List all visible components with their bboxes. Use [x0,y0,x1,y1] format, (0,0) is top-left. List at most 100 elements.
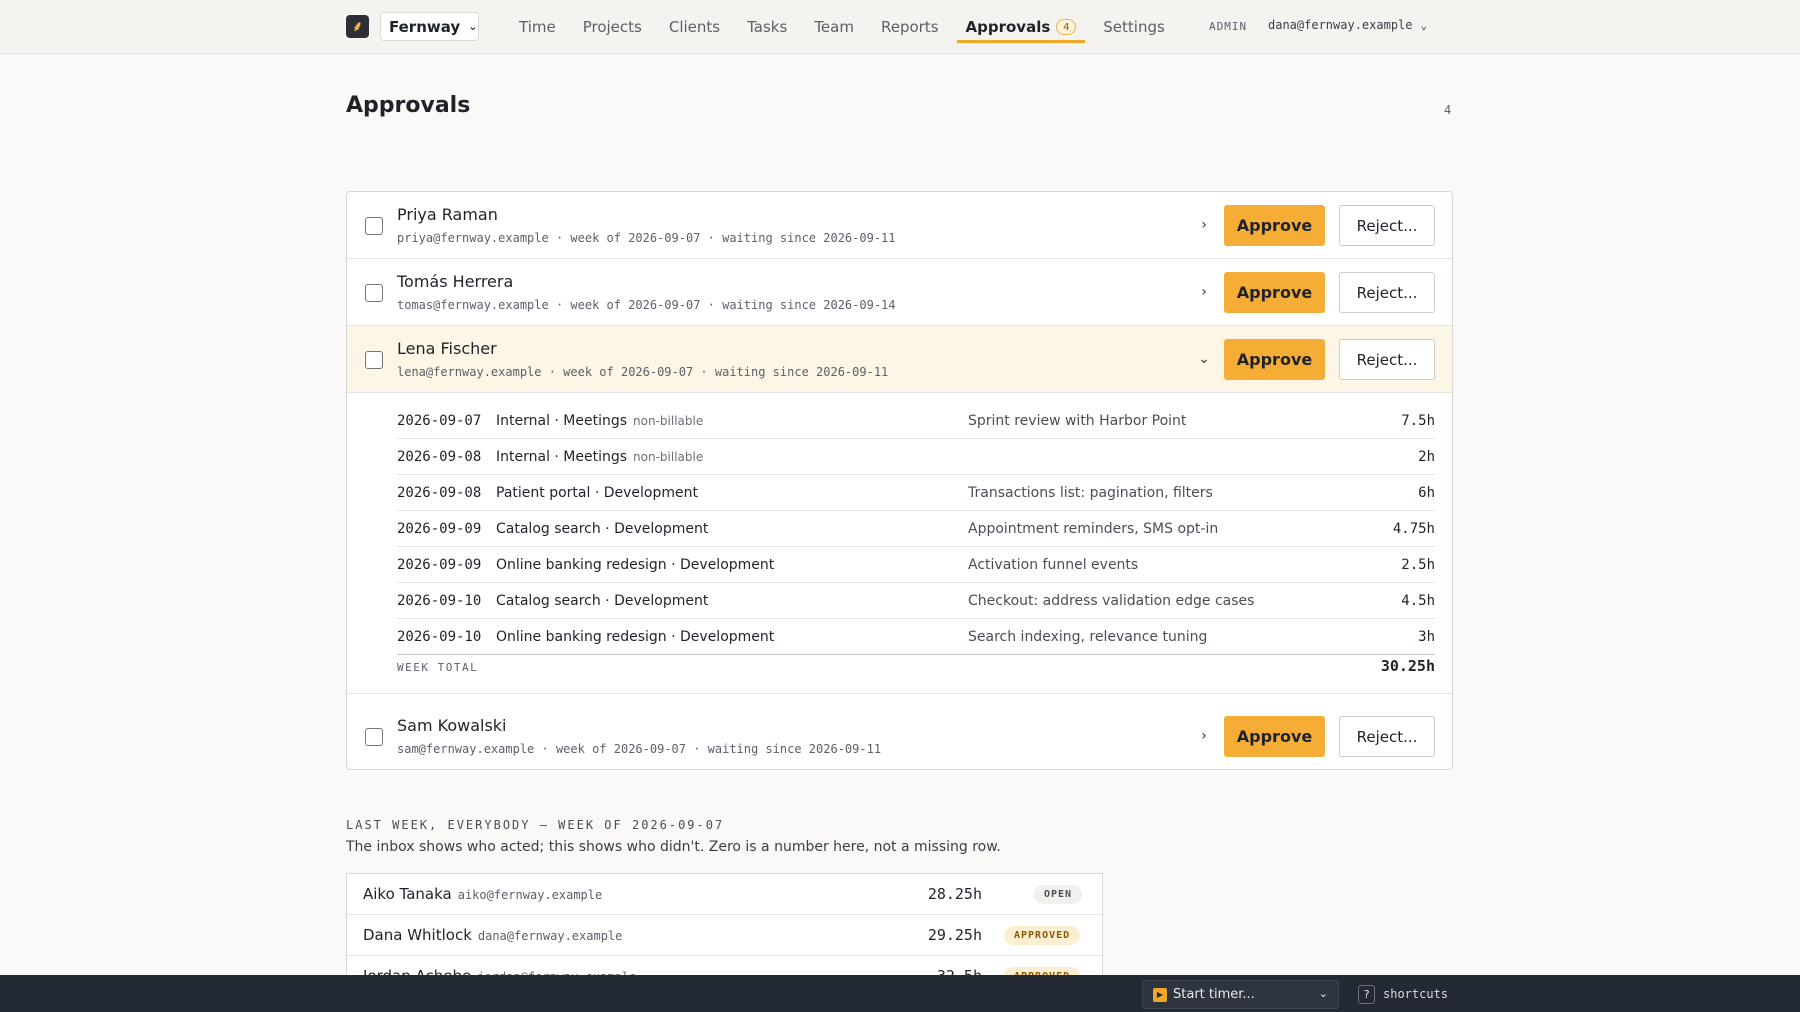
entry-project: Internal · Meetings non-billable [496,449,703,465]
nav-item-reports[interactable]: Reports [872,0,948,54]
nav-item-team[interactable]: Team [805,0,863,54]
select-checkbox[interactable] [365,728,383,746]
entry-project: Catalog search · Development [496,593,709,609]
shortcuts-link[interactable]: shortcuts [1383,987,1448,1001]
nav-item-approvals[interactable]: Approvals 4 [956,0,1086,54]
user-menu[interactable]: dana@fernway.example ⌄ [1268,18,1427,32]
nav-label: Tasks [747,18,788,36]
employee-name: Dana Whitlock [363,926,472,944]
timesheet-entry: 2026-09-08 Patient portal · Development … [397,475,1435,511]
user-role-label: ADMIN [1209,20,1248,33]
entry-project: Online banking redesign · Development [496,629,775,645]
chevron-right-icon[interactable]: › [1193,281,1215,303]
select-checkbox[interactable] [365,351,383,369]
entry-hours: 4.5h [1401,593,1435,609]
entry-date: 2026-09-09 [397,557,482,573]
approve-button[interactable]: Approve [1224,339,1325,380]
entry-description: Sprint review with Harbor Point [968,413,1187,429]
chevron-down-icon: ⌄ [1420,18,1428,32]
timesheet-entry: 2026-09-07 Internal · Meetings non-billab… [397,403,1435,439]
fernway-logo-icon[interactable]: ⸙ [346,15,369,38]
nav-label: Settings [1103,18,1165,36]
approval-row: Tomás Herrera tomas@fernway.example · we… [347,259,1452,326]
approval-row-expanded: Lena Fischer lena@fernway.example · week… [347,326,1452,393]
timesheet-entry: 2026-09-10 Catalog search · Development … [397,583,1435,619]
approve-button[interactable]: Approve [1224,716,1325,757]
pending-count: 4 [1444,103,1452,117]
nav-item-clients[interactable]: Clients [660,0,729,54]
shortcuts-key-icon[interactable]: ? [1358,985,1375,1004]
reject-button[interactable]: Reject... [1339,716,1435,757]
select-checkbox[interactable] [365,217,383,235]
employee-cell: Dana Whitlock dana@fernway.example [363,926,622,944]
nav-label: Approvals [965,18,1051,36]
status-badge: OPEN [1034,885,1083,904]
entry-date: 2026-09-08 [397,485,482,501]
entry-description: Transactions list: pagination, filters [968,485,1213,501]
employee-email: dana@fernway.example [477,929,623,943]
hours-cell: 29.25h [927,926,982,944]
entry-description: Checkout: address validation edge cases [968,593,1255,609]
top-navigation-bar: ⸙ Fernway ⌄ Time Projects Clients Tasks … [0,0,1800,54]
entry-project: Online banking redesign · Development [496,557,775,573]
nav-label: Projects [582,18,642,36]
chevron-right-icon[interactable]: › [1193,725,1215,747]
approval-row: Priya Raman priya@fernway.example · week… [347,192,1452,259]
employee-name: Tomás Herrera [397,272,514,291]
entry-hours: 7.5h [1401,413,1435,429]
nav-item-projects[interactable]: Projects [574,0,651,54]
workspace-switcher[interactable]: Fernway ⌄ [380,12,479,41]
entry-date: 2026-09-07 [397,413,482,429]
play-icon: ▶ [1153,987,1167,1002]
last-week-heading: LAST WEEK, EVERYBODY — WEEK OF 2026-09-0… [346,818,725,832]
nav-label: Clients [668,18,721,36]
bottom-bar: ▶ Start timer... ⌄ ? shortcuts [0,975,1800,1012]
employee-name: Priya Raman [397,205,498,224]
timer-label: Start timer... [1173,987,1255,1002]
row-meta: tomas@fernway.example · week of 2026-09-… [397,298,896,312]
entry-hours: 2h [1418,449,1435,465]
approve-button[interactable]: Approve [1224,205,1325,246]
entry-project: Catalog search · Development [496,521,709,537]
week-total-value: 30.25h [1380,657,1435,675]
employee-name: Sam Kowalski [397,716,507,735]
row-meta: lena@fernway.example · week of 2026-09-0… [397,365,889,379]
nav-item-settings[interactable]: Settings [1094,0,1174,54]
entry-date: 2026-09-08 [397,449,482,465]
reject-button[interactable]: Reject... [1339,205,1435,246]
timesheet-entry: 2026-09-09 Catalog search · Development … [397,511,1435,547]
reject-button[interactable]: Reject... [1339,339,1435,380]
employee-email: aiko@fernway.example [457,888,603,902]
entry-description: Activation funnel events [968,557,1139,573]
workspace-name: Fernway [389,17,461,36]
entry-hours: 3h [1418,629,1435,645]
hours-cell: 28.25h [927,885,982,903]
nav-label: Time [519,18,556,36]
chevron-right-icon[interactable]: › [1193,214,1215,236]
select-checkbox[interactable] [365,284,383,302]
nav-item-tasks[interactable]: Tasks [738,0,796,54]
approve-button[interactable]: Approve [1224,272,1325,313]
timesheet-entry: 2026-09-08 Internal · Meetings non-billab… [397,439,1435,475]
nav-label: Reports [880,18,939,36]
last-week-subtitle: The inbox shows who acted; this shows wh… [346,839,1001,855]
employee-name: Aiko Tanaka [363,885,452,903]
main-nav: Time Projects Clients Tasks Team Reports… [510,0,1183,54]
entry-date: 2026-09-09 [397,521,482,537]
entry-hours: 2.5h [1401,557,1435,573]
employee-cell: Aiko Tanaka aiko@fernway.example [363,885,602,903]
nav-item-time[interactable]: Time [510,0,565,54]
start-timer-select[interactable]: ▶ Start timer... ⌄ [1142,980,1339,1009]
entry-date: 2026-09-10 [397,593,482,609]
reject-button[interactable]: Reject... [1339,272,1435,313]
table-row: Aiko Tanaka aiko@fernway.example 28.25h O… [347,874,1102,915]
row-meta: priya@fernway.example · week of 2026-09-… [397,231,896,245]
timesheet-entries: 2026-09-07 Internal · Meetings non-billab… [347,393,1452,694]
approval-row: Sam Kowalski sam@fernway.example · week … [347,703,1452,769]
user-email: dana@fernway.example [1268,18,1413,32]
timesheet-entry: 2026-09-10 Online banking redesign · Dev… [397,619,1435,655]
entry-hours: 6h [1418,485,1435,501]
table-row: Dana Whitlock dana@fernway.example 29.25h… [347,915,1102,956]
chevron-down-icon[interactable]: ⌄ [1193,348,1215,370]
approvals-count-badge: 4 [1056,19,1077,35]
